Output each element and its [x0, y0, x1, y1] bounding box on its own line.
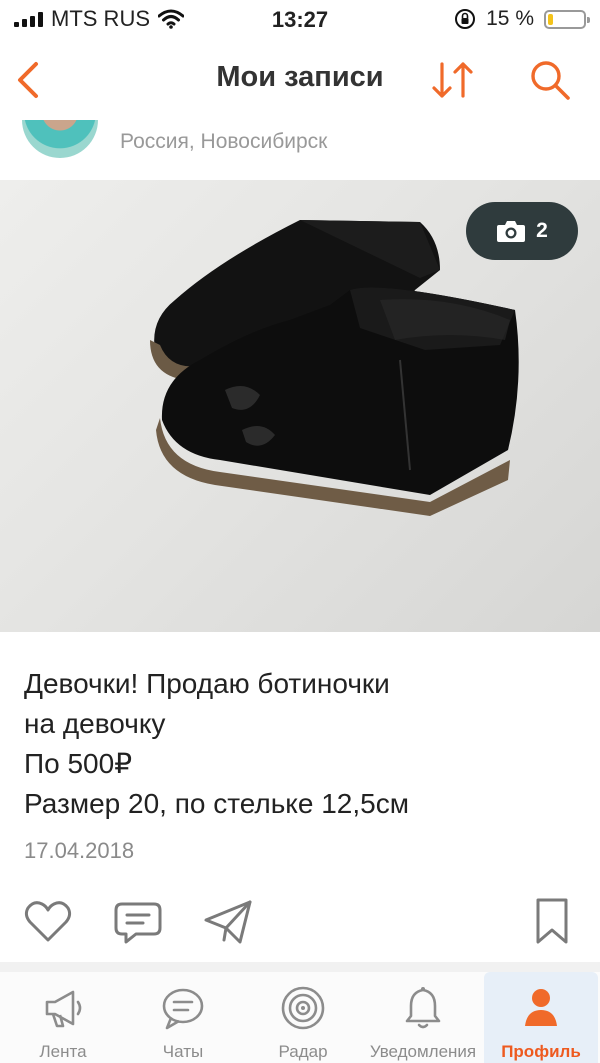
battery-percent: 15 % — [486, 7, 534, 30]
radar-icon — [281, 986, 325, 1030]
app-header: Мои записи — [0, 40, 600, 120]
tab-notifications-label: Уведомления — [369, 1042, 477, 1061]
battery-icon — [544, 9, 590, 29]
post-text: Девочки! Продаю ботиночки на девочку По … — [24, 668, 409, 819]
chat-icon — [162, 988, 204, 1030]
orientation-lock-icon — [455, 9, 476, 29]
status-right: 15 % — [454, 7, 590, 31]
photo-count: 2 — [536, 219, 548, 242]
camera-icon — [497, 221, 526, 242]
tab-radar-label: Радар — [278, 1042, 328, 1061]
author-location: Россия, Новосибирск — [120, 130, 328, 153]
megaphone-icon — [45, 990, 82, 1028]
tab-feed-label: Лента — [39, 1042, 87, 1061]
person-icon — [525, 989, 557, 1026]
post-photo[interactable]: 2 — [0, 180, 600, 632]
status-bar: MTS RUS 13:27 15 % — [0, 0, 600, 40]
page-title: Мои записи — [216, 61, 384, 93]
like-heart-icon[interactable] — [22, 896, 74, 948]
tab-notifications[interactable]: Уведомления — [368, 972, 478, 1063]
tab-radar[interactable]: Радар — [248, 972, 358, 1063]
tab-chats-label: Чаты — [162, 1042, 204, 1061]
post-author[interactable]: Россия, Новосибирск — [0, 120, 600, 180]
share-send-icon[interactable] — [202, 896, 254, 948]
sort-icon[interactable] — [430, 58, 476, 102]
search-icon[interactable] — [526, 56, 574, 104]
tab-bar: Лента Чаты Радар Уведомления Профиль — [0, 972, 600, 1063]
tab-feed[interactable]: Лента — [8, 972, 118, 1063]
comment-icon[interactable] — [112, 896, 164, 948]
avatar[interactable] — [22, 120, 98, 158]
bookmark-icon[interactable] — [526, 896, 578, 948]
post-date: 17.04.2018 — [24, 838, 135, 863]
bell-icon — [405, 987, 441, 1029]
photo-count-badge[interactable]: 2 — [466, 202, 578, 260]
tab-profile[interactable]: Профиль — [484, 972, 598, 1063]
battery-level — [548, 13, 553, 25]
tab-profile-label: Профиль — [501, 1042, 581, 1061]
tab-chats[interactable]: Чаты — [128, 972, 238, 1063]
section-divider — [0, 962, 600, 972]
